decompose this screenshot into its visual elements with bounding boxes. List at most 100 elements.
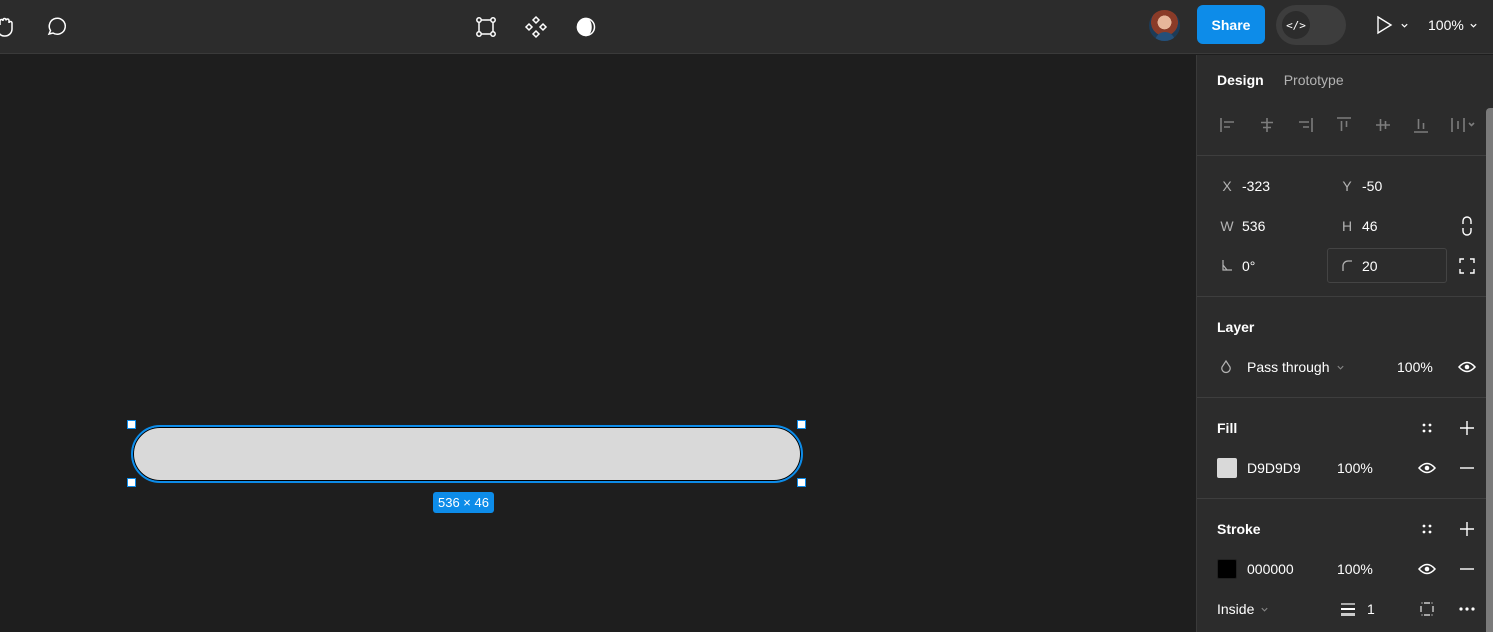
panel-tabs: Design Prototype bbox=[1217, 72, 1344, 88]
component-tool-button[interactable] bbox=[521, 12, 551, 42]
frame-tool-button[interactable] bbox=[471, 12, 501, 42]
plus-icon bbox=[1460, 522, 1474, 536]
zoom-level: 100% bbox=[1428, 17, 1464, 33]
y-field[interactable]: Y -50 bbox=[1332, 176, 1382, 196]
contrast-icon bbox=[576, 17, 596, 37]
y-label: Y bbox=[1342, 178, 1352, 194]
blend-mode-icon-wrap bbox=[1216, 357, 1236, 377]
selected-rectangle[interactable] bbox=[131, 425, 803, 483]
independent-corners-button[interactable] bbox=[1457, 256, 1477, 276]
properties-panel: Design Prototype X -323 Y -50 W 536 H 46… bbox=[1196, 55, 1493, 632]
add-stroke-button[interactable] bbox=[1457, 519, 1477, 539]
individual-strokes-button[interactable] bbox=[1417, 599, 1437, 619]
comment-tool-button[interactable] bbox=[41, 12, 71, 42]
zoom-dropdown[interactable]: 100% bbox=[1428, 13, 1478, 37]
drop-icon bbox=[1221, 359, 1231, 374]
frame-icon bbox=[476, 17, 496, 37]
divider bbox=[1197, 296, 1487, 297]
remove-stroke-button[interactable] bbox=[1457, 559, 1477, 579]
hand-tool-button[interactable] bbox=[0, 12, 22, 42]
fill-hex-value[interactable]: D9D9D9 bbox=[1247, 460, 1301, 476]
align-vertical-center-button[interactable] bbox=[1372, 114, 1394, 136]
fill-styles-button[interactable] bbox=[1417, 418, 1437, 438]
height-field[interactable]: H 46 bbox=[1332, 216, 1378, 236]
minus-icon bbox=[1460, 467, 1474, 469]
stroke-styles-button[interactable] bbox=[1417, 519, 1437, 539]
plus-icon bbox=[1460, 421, 1474, 435]
stroke-color-swatch[interactable] bbox=[1217, 559, 1237, 579]
contrast-tool-button[interactable] bbox=[571, 12, 601, 42]
divider bbox=[1197, 498, 1487, 499]
chevron-down-icon bbox=[1261, 607, 1268, 612]
stroke-hex-value[interactable]: 000000 bbox=[1247, 561, 1294, 577]
x-field[interactable]: X -323 bbox=[1212, 176, 1270, 196]
fill-visibility-button[interactable] bbox=[1417, 458, 1437, 478]
add-fill-button[interactable] bbox=[1457, 418, 1477, 438]
align-right-icon bbox=[1299, 118, 1314, 132]
dev-mode-toggle[interactable]: </> bbox=[1276, 5, 1346, 45]
top-toolbar: Share </> 100% bbox=[0, 0, 1493, 54]
layer-visibility-button[interactable] bbox=[1457, 357, 1477, 377]
stroke-opacity[interactable]: 100% bbox=[1337, 561, 1373, 577]
corner-radius-value[interactable]: 20 bbox=[1362, 258, 1378, 274]
play-icon bbox=[1377, 15, 1393, 35]
align-bottom-icon bbox=[1414, 119, 1429, 133]
comment-icon bbox=[47, 17, 66, 36]
x-value[interactable]: -323 bbox=[1242, 178, 1270, 194]
design-canvas[interactable]: 536 × 46 bbox=[0, 55, 1196, 632]
stroke-weight-icon bbox=[1341, 603, 1355, 616]
w-label: W bbox=[1220, 218, 1234, 234]
eye-icon bbox=[1418, 563, 1436, 575]
align-left-button[interactable] bbox=[1217, 114, 1239, 136]
corner-radius-input[interactable]: 20 bbox=[1332, 256, 1378, 276]
y-value[interactable]: -50 bbox=[1362, 178, 1382, 194]
stroke-weight-icon-wrap bbox=[1338, 599, 1358, 619]
resize-handle-top-right[interactable] bbox=[797, 420, 806, 429]
eye-icon bbox=[1418, 462, 1436, 474]
constrain-proportions-button[interactable] bbox=[1457, 216, 1477, 236]
resize-handle-bottom-right[interactable] bbox=[797, 478, 806, 487]
distribute-dropdown[interactable] bbox=[1449, 114, 1479, 136]
individual-strokes-icon bbox=[1420, 602, 1434, 616]
rotation-value[interactable]: 0° bbox=[1242, 258, 1255, 274]
eye-icon bbox=[1458, 361, 1476, 373]
styles-grid-icon bbox=[1422, 524, 1432, 534]
corner-radius-icon bbox=[1342, 259, 1352, 271]
align-horizontal-center-button[interactable] bbox=[1256, 114, 1278, 136]
minus-icon bbox=[1460, 568, 1474, 570]
chevron-down-icon bbox=[1401, 23, 1408, 28]
w-value[interactable]: 536 bbox=[1242, 218, 1265, 234]
dimension-badge: 536 × 46 bbox=[433, 492, 494, 513]
rotation-field[interactable]: 0° bbox=[1212, 256, 1255, 276]
component-icon bbox=[524, 15, 548, 39]
fill-color-swatch[interactable] bbox=[1217, 458, 1237, 478]
share-button[interactable]: Share bbox=[1197, 5, 1265, 44]
resize-handle-bottom-left[interactable] bbox=[127, 478, 136, 487]
stroke-section-title: Stroke bbox=[1217, 521, 1261, 537]
align-bottom-button[interactable] bbox=[1410, 114, 1432, 136]
fill-opacity[interactable]: 100% bbox=[1337, 460, 1373, 476]
remove-fill-button[interactable] bbox=[1457, 458, 1477, 478]
tab-prototype[interactable]: Prototype bbox=[1284, 72, 1344, 88]
resize-handle-top-left[interactable] bbox=[127, 420, 136, 429]
align-right-button[interactable] bbox=[1294, 114, 1316, 136]
rotation-icon bbox=[1222, 260, 1232, 271]
h-value[interactable]: 46 bbox=[1362, 218, 1378, 234]
align-top-button[interactable] bbox=[1333, 114, 1355, 136]
stroke-more-options-button[interactable] bbox=[1457, 599, 1477, 619]
stroke-position-dropdown[interactable]: Inside bbox=[1217, 601, 1269, 617]
user-avatar[interactable] bbox=[1149, 10, 1180, 41]
distribute-icon bbox=[1451, 118, 1475, 132]
stroke-visibility-button[interactable] bbox=[1417, 559, 1437, 579]
blend-mode-dropdown[interactable]: Pass through bbox=[1247, 359, 1345, 375]
present-button[interactable] bbox=[1374, 13, 1414, 37]
tab-design[interactable]: Design bbox=[1217, 72, 1264, 88]
align-top-icon bbox=[1336, 117, 1351, 131]
layer-opacity[interactable]: 100% bbox=[1397, 359, 1433, 375]
stroke-weight-value[interactable]: 1 bbox=[1367, 601, 1375, 617]
styles-grid-icon bbox=[1422, 423, 1432, 433]
panel-scrollbar[interactable] bbox=[1486, 108, 1493, 632]
width-field[interactable]: W 536 bbox=[1212, 216, 1265, 236]
blend-mode-value: Pass through bbox=[1247, 359, 1330, 375]
divider bbox=[1197, 397, 1487, 398]
